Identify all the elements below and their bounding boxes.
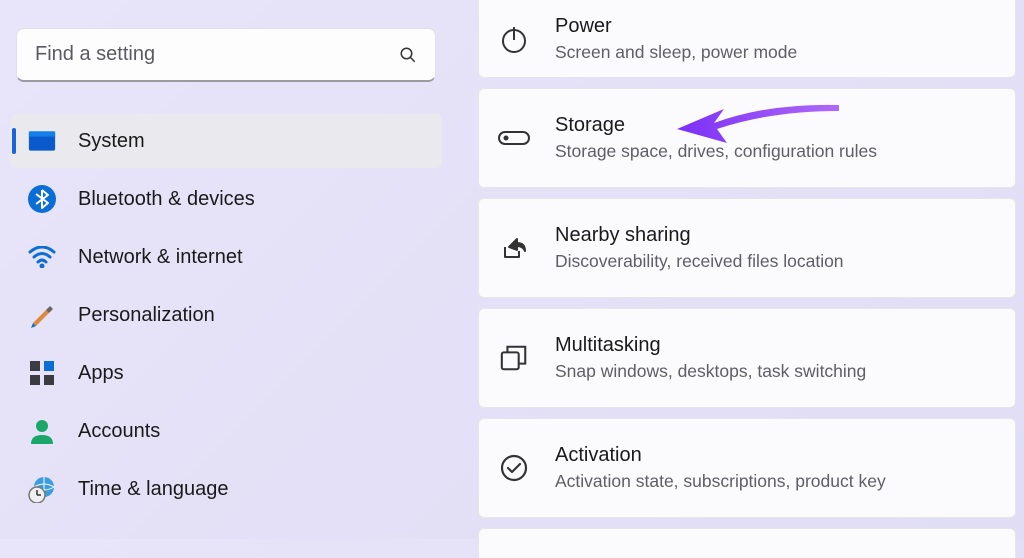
card-text: Activation Activation state, subscriptio… xyxy=(555,444,886,492)
sidebar-item-personalization[interactable]: Personalization xyxy=(10,288,442,342)
sidebar: System Bluetooth & devices Network & xyxy=(0,0,460,539)
sidebar-item-label: System xyxy=(78,130,145,153)
accounts-icon xyxy=(28,417,56,445)
card-activation[interactable]: Activation Activation state, subscriptio… xyxy=(478,418,1016,518)
card-title: Power xyxy=(555,15,797,38)
system-icon xyxy=(28,127,56,155)
power-icon xyxy=(497,22,531,56)
main-content: Power Screen and sleep, power mode Stora… xyxy=(460,0,1024,539)
multitasking-icon xyxy=(497,341,531,375)
card-storage[interactable]: Storage Storage space, drives, configura… xyxy=(478,88,1016,188)
sidebar-item-system[interactable]: System xyxy=(10,114,442,168)
sidebar-item-time-language[interactable]: Time & language xyxy=(10,462,442,516)
bluetooth-icon xyxy=(28,185,56,213)
card-subtitle: Snap windows, desktops, task switching xyxy=(555,361,866,382)
card-text: Power Screen and sleep, power mode xyxy=(555,15,797,63)
sidebar-item-label: Bluetooth & devices xyxy=(78,188,255,211)
apps-icon xyxy=(28,359,56,387)
sidebar-item-label: Network & internet xyxy=(78,246,243,269)
card-partial[interactable] xyxy=(478,528,1016,558)
storage-icon xyxy=(497,121,531,155)
sidebar-item-label: Time & language xyxy=(78,478,228,501)
card-text: Nearby sharing Discoverability, received… xyxy=(555,224,844,272)
personalization-icon xyxy=(28,301,56,329)
card-nearby-sharing[interactable]: Nearby sharing Discoverability, received… xyxy=(478,198,1016,298)
activation-icon xyxy=(497,451,531,485)
sidebar-item-network[interactable]: Network & internet xyxy=(10,230,442,284)
time-language-icon xyxy=(28,475,56,503)
card-power[interactable]: Power Screen and sleep, power mode xyxy=(478,0,1016,78)
card-title: Activation xyxy=(555,444,886,467)
card-multitasking[interactable]: Multitasking Snap windows, desktops, tas… xyxy=(478,308,1016,408)
search-input[interactable] xyxy=(35,43,399,66)
search-input-container[interactable] xyxy=(16,28,436,82)
sidebar-item-label: Apps xyxy=(78,362,124,385)
network-icon xyxy=(28,243,56,271)
card-subtitle: Discoverability, received files location xyxy=(555,251,844,272)
card-title: Nearby sharing xyxy=(555,224,844,247)
sidebar-item-label: Accounts xyxy=(78,420,160,443)
sidebar-item-apps[interactable]: Apps xyxy=(10,346,442,400)
nav-list: System Bluetooth & devices Network & xyxy=(10,114,442,516)
card-subtitle: Activation state, subscriptions, product… xyxy=(555,471,886,492)
card-title: Storage xyxy=(555,114,877,137)
sidebar-item-label: Personalization xyxy=(78,304,215,327)
card-subtitle: Screen and sleep, power mode xyxy=(555,42,797,63)
card-text: Storage Storage space, drives, configura… xyxy=(555,114,877,162)
sidebar-item-bluetooth[interactable]: Bluetooth & devices xyxy=(10,172,442,226)
card-text: Multitasking Snap windows, desktops, tas… xyxy=(555,334,866,382)
card-subtitle: Storage space, drives, configuration rul… xyxy=(555,141,877,162)
card-title: Multitasking xyxy=(555,334,866,357)
sidebar-item-accounts[interactable]: Accounts xyxy=(10,404,442,458)
search-icon xyxy=(399,46,417,64)
nearby-sharing-icon xyxy=(497,231,531,265)
